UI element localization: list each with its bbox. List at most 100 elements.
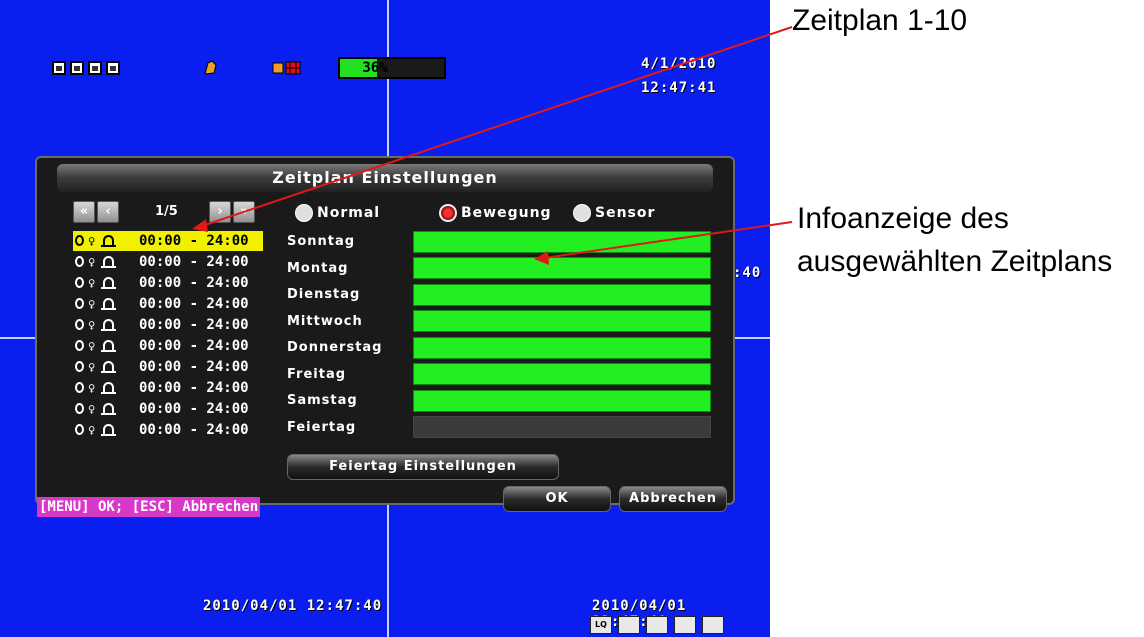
ok-button[interactable]: OK xyxy=(503,486,611,512)
day-timeline-bar[interactable] xyxy=(413,310,711,332)
channel-time-partial: :40 xyxy=(733,265,762,281)
schedule-type-icons: ♀ xyxy=(73,378,133,398)
next-page-button[interactable]: › xyxy=(209,201,231,223)
day-label: Feiertag xyxy=(287,419,357,435)
schedule-row[interactable]: ♀ 00:00 - 24:00 xyxy=(73,420,263,440)
ring-icon xyxy=(75,277,84,288)
schedule-row[interactable]: ♀ 00:00 - 24:00 xyxy=(73,315,263,335)
sensor-base-icon xyxy=(101,287,116,289)
sensor-base-icon xyxy=(101,266,116,268)
radio-sensor[interactable] xyxy=(573,204,591,222)
motion-icon: ♀ xyxy=(88,318,96,332)
schedule-row[interactable]: ♀ 00:00 - 24:00 xyxy=(73,231,263,251)
schedule-row[interactable]: ♀ 00:00 - 24:00 xyxy=(73,252,263,272)
mode-normal[interactable]: Normal xyxy=(295,204,380,222)
dvr-screen: 36% 4/1/2010 12:47:41 :40 Zeitplan Einst… xyxy=(0,0,770,637)
schedule-time: 00:00 - 24:00 xyxy=(139,401,249,417)
ring-icon xyxy=(75,382,84,393)
motion-icon: ♀ xyxy=(88,339,96,353)
day-timeline-bar[interactable] xyxy=(413,363,711,385)
radio-normal[interactable] xyxy=(295,204,313,222)
hdd-usage-label: 36% xyxy=(362,60,388,76)
schedule-row[interactable]: ♀ 00:00 - 24:00 xyxy=(73,399,263,419)
page-indicator: 1/5 xyxy=(155,204,178,219)
record-icon xyxy=(272,61,301,75)
schedule-time: 00:00 - 24:00 xyxy=(139,233,249,249)
day-timeline-bar[interactable] xyxy=(413,230,711,253)
bottom-status-icons: LQ xyxy=(590,616,724,634)
status-time: 12:47:41 xyxy=(641,80,717,96)
day-timeline-bar[interactable] xyxy=(413,389,711,412)
ring-icon xyxy=(75,403,84,414)
dialog-title: Zeitplan Einstellungen xyxy=(57,164,713,192)
motion-icon: ♀ xyxy=(88,276,96,290)
day-timeline-bar[interactable] xyxy=(413,416,711,438)
ring-icon xyxy=(75,298,84,309)
schedule-type-icons: ♀ xyxy=(73,399,133,419)
mode-motion[interactable]: Bewegung xyxy=(439,204,552,222)
weekday-schedule: Sonntag Montag Dienstag Mittwoch Donnerstag F… xyxy=(287,230,711,443)
ring-icon xyxy=(75,235,84,246)
day-row: Donnerstag xyxy=(287,336,711,359)
day-label: Donnerstag xyxy=(287,340,383,355)
schedule-type-icons: ♀ xyxy=(73,294,133,314)
schedule-type-icons: ♀ xyxy=(73,336,133,356)
schedule-time: 00:00 - 24:00 xyxy=(139,296,249,312)
day-row: Mittwoch xyxy=(287,310,711,332)
schedule-row[interactable]: ♀ 00:00 - 24:00 xyxy=(73,336,263,356)
schedule-row[interactable]: ♀ 00:00 - 24:00 xyxy=(73,357,263,377)
schedule-type-icons: ♀ xyxy=(73,273,133,293)
day-label: Montag xyxy=(287,260,349,276)
day-label: Sonntag xyxy=(287,234,356,249)
schedule-type-icons: ♀ xyxy=(73,252,133,272)
day-label: Samstag xyxy=(287,393,358,408)
mode-normal-label: Normal xyxy=(317,205,381,221)
ring-icon xyxy=(75,340,84,351)
channel-3-timestamp: 2010/04/01 12:47:40 xyxy=(203,598,383,614)
channel-3-icon xyxy=(88,61,102,75)
mode-sensor[interactable]: Sensor xyxy=(573,204,655,222)
prev-page-button[interactable]: ‹ xyxy=(97,201,119,223)
sensor-base-icon xyxy=(101,245,116,247)
schedule-type-icons: ♀ xyxy=(73,315,133,335)
channel-status-icons xyxy=(52,61,120,75)
sensor-base-icon xyxy=(101,413,116,415)
schedule-list: ♀ 00:00 - 24:00 ♀ 00:00 - 24:00 ♀ 00:00 - 24:… xyxy=(73,231,263,441)
day-timeline-bar[interactable] xyxy=(413,257,711,279)
schedule-row[interactable]: ♀ 00:00 - 24:00 xyxy=(73,378,263,398)
motion-icon: ♀ xyxy=(88,381,96,395)
day-label: Freitag xyxy=(287,366,347,382)
key-hint: [MENU] OK; [ESC] Abbrechen xyxy=(37,497,261,517)
annotation-schedule-range: Zeitplan 1-10 xyxy=(792,4,968,37)
schedule-time: 00:00 - 24:00 xyxy=(139,380,249,396)
ring-icon xyxy=(75,361,84,372)
schedule-row[interactable]: ♀ 00:00 - 24:00 xyxy=(73,273,263,293)
holiday-settings-button[interactable]: Feiertag Einstellungen xyxy=(287,454,559,480)
schedule-time: 00:00 - 24:00 xyxy=(139,254,249,270)
schedule-row[interactable]: ♀ 00:00 - 24:00 xyxy=(73,294,263,314)
first-page-button[interactable]: « xyxy=(73,201,95,223)
schedule-type-icons: ♀ xyxy=(73,231,133,251)
channel-1-icon xyxy=(52,61,66,75)
alarm-icon xyxy=(204,60,217,75)
motion-icon: ♀ xyxy=(88,360,96,374)
schedule-type-icons: ♀ xyxy=(73,357,133,377)
cancel-button[interactable]: Abbrechen xyxy=(619,486,727,512)
sensor-base-icon xyxy=(101,371,116,373)
day-row: Dienstag xyxy=(287,283,711,306)
day-row: Freitag xyxy=(287,363,711,385)
sensor-base-icon xyxy=(101,392,116,394)
channel-2-icon xyxy=(70,61,84,75)
day-row: Sonntag xyxy=(287,230,711,253)
ring-icon xyxy=(75,424,84,435)
motion-icon: ♀ xyxy=(88,423,96,437)
day-label: Mittwoch xyxy=(287,313,363,329)
mode-motion-label: Bewegung xyxy=(461,205,552,221)
radio-motion[interactable] xyxy=(439,204,457,222)
day-label: Dienstag xyxy=(287,287,361,302)
schedule-time: 00:00 - 24:00 xyxy=(139,359,249,375)
sensor-base-icon xyxy=(101,350,116,352)
day-timeline-bar[interactable] xyxy=(413,283,711,306)
day-timeline-bar[interactable] xyxy=(413,336,711,359)
last-page-button[interactable]: » xyxy=(233,201,255,223)
